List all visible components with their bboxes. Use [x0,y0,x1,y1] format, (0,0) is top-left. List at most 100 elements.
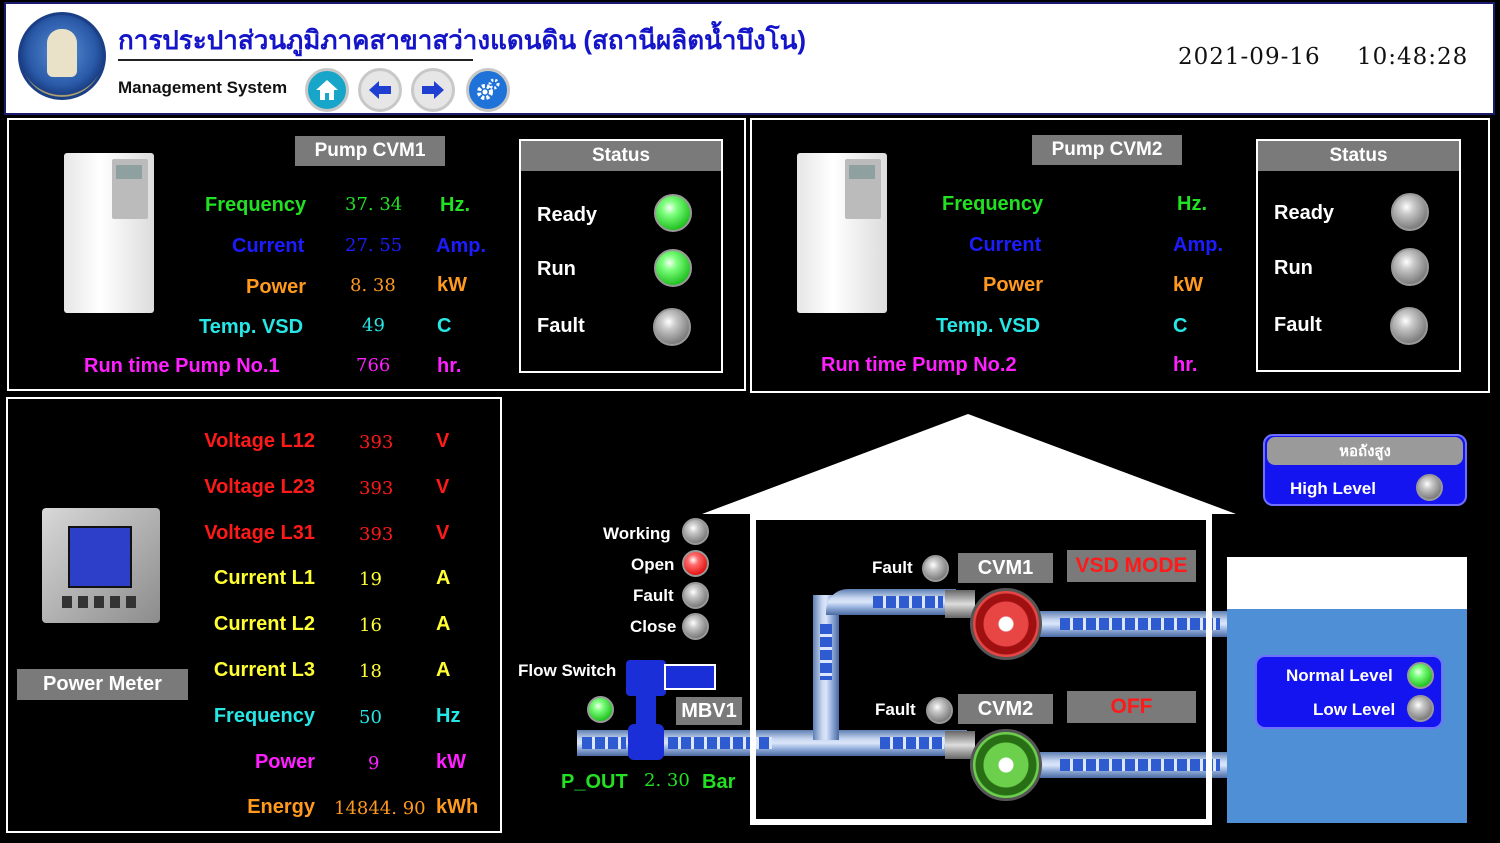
cvm2-pump-icon[interactable] [970,729,1042,801]
pump1-ready-label: Ready [537,204,598,226]
tank-normal-label: Normal Level [1286,666,1393,685]
pump2-status-title: Status [1258,141,1459,171]
settings-button[interactable] [466,68,510,112]
pump1-temp-unit: C [437,315,452,337]
pump2-runtime-label: Run time Pump No.2 [821,354,1017,376]
meter-row-value: 393 [359,477,394,499]
pump2-status-box [1256,139,1461,372]
pump2-frequency-label: Frequency [942,193,1044,215]
tank-low-label: Low Level [1313,700,1396,719]
flow-switch-lamp [587,696,614,723]
meter-row-unit: kWh [436,796,479,819]
meter-row-value: 19 [359,569,382,591]
pump2-frequency-unit: Hz. [1177,193,1207,215]
title-underline [118,59,473,61]
cvm2-fault-label: Fault [875,700,916,719]
pump1-runtime-value: 766 [356,355,391,376]
pump1-frequency-value: 37. 34 [345,194,403,215]
meter-row-label: Current L1 [213,567,315,590]
valve-stem [636,696,656,726]
current-time: 10:48:28 [1357,44,1469,70]
tank-top [1227,557,1467,609]
home-icon [316,80,338,100]
arrow-right-icon [422,81,444,99]
valve-open-label: Open [631,555,675,574]
valve-fault-label: Fault [633,586,674,605]
pump1-title: Pump CVM1 [295,136,445,166]
flow-switch-label: Flow Switch [518,661,617,680]
valve-close-label: Close [630,617,677,636]
power-meter-image [42,508,160,623]
p-out-value: 2. 30 [644,770,690,791]
meter-row-unit: V [436,430,450,452]
back-button[interactable] [358,68,402,112]
tank-normal-lamp [1407,662,1434,689]
gear-icon [477,78,500,100]
pump2-ready-label: Ready [1274,202,1335,224]
cvm1-pump-icon[interactable] [970,588,1042,660]
current-date: 2021-09-16 [1178,44,1321,70]
pump2-run-lamp [1391,248,1429,286]
tank-low-lamp [1407,695,1434,722]
pump1-run-lamp [654,249,692,287]
cvm1-label: CVM1 [958,553,1053,583]
pump2-ready-lamp [1391,193,1429,231]
pump1-temp-label: Temp. VSD [199,316,304,338]
meter-row-unit: A [436,567,451,590]
cvm2-fault-lamp [926,697,953,724]
cvm2-label: CVM2 [958,694,1053,724]
pump2-runtime-unit: hr. [1173,354,1198,376]
meter-row-value: 393 [359,432,394,453]
pump2-temp-label: Temp. VSD [936,315,1041,337]
pump1-ready-lamp [654,194,692,232]
valve-working-lamp [682,518,709,545]
flow-indicator [582,737,626,749]
valve-body[interactable] [628,724,664,760]
pump1-frequency-unit: Hz. [440,194,470,216]
pump2-run-label: Run [1274,257,1313,279]
home-button[interactable] [305,68,349,112]
pump-house-roof [702,414,1236,514]
pump1-power-label: Power [246,276,307,298]
meter-row-unit: V [436,475,450,498]
pump2-power-unit: kW [1173,274,1203,296]
pump2-fault-lamp [1390,307,1428,345]
tower-high-lamp [1416,474,1443,501]
meter-row-value: 9 [368,752,380,774]
valve-fault-lamp [682,582,709,609]
forward-button[interactable] [411,68,455,112]
pump2-power-label: Power [983,274,1044,296]
meter-row-unit: kW [436,750,466,773]
pump2-fault-label: Fault [1274,314,1322,336]
pump2-current-label: Current [969,234,1042,256]
meter-row-unit: A [436,613,451,636]
valve-motor [664,664,716,690]
valve-actuator[interactable] [626,660,666,696]
pump1-fault-label: Fault [537,315,585,337]
meter-row-unit: Hz [436,704,461,727]
pump1-runtime-unit: hr. [437,355,462,377]
meter-row-label: Voltage L12 [204,430,315,452]
p-out-unit: Bar [702,771,736,793]
pwa-logo [18,12,106,100]
cvm1-fault-label: Fault [872,558,913,577]
meter-row-label: Frequency [213,704,315,727]
pump1-current-unit: Amp. [436,235,486,257]
meter-row-value: 16 [359,615,382,637]
meter-row-label: Voltage L31 [204,521,315,544]
valve-name: MBV1 [676,697,742,725]
meter-row-value: 14844. 90 [334,798,426,820]
valve-working-label: Working [603,524,671,543]
system-name: Management System [118,78,288,97]
vsd-drive-image [64,153,154,313]
meter-row-value: 18 [359,661,382,682]
cvm2-mode: OFF [1067,691,1196,723]
meter-row-label: Current L2 [213,613,315,636]
cvm1-fault-lamp [922,555,949,582]
tower-high-label: High Level [1290,479,1376,498]
meter-row-unit: A [436,659,451,681]
pump1-power-unit: kW [437,274,467,296]
pump2-temp-unit: C [1173,315,1188,337]
pump1-fault-lamp [653,308,691,346]
meter-row-label: Power [254,750,315,773]
